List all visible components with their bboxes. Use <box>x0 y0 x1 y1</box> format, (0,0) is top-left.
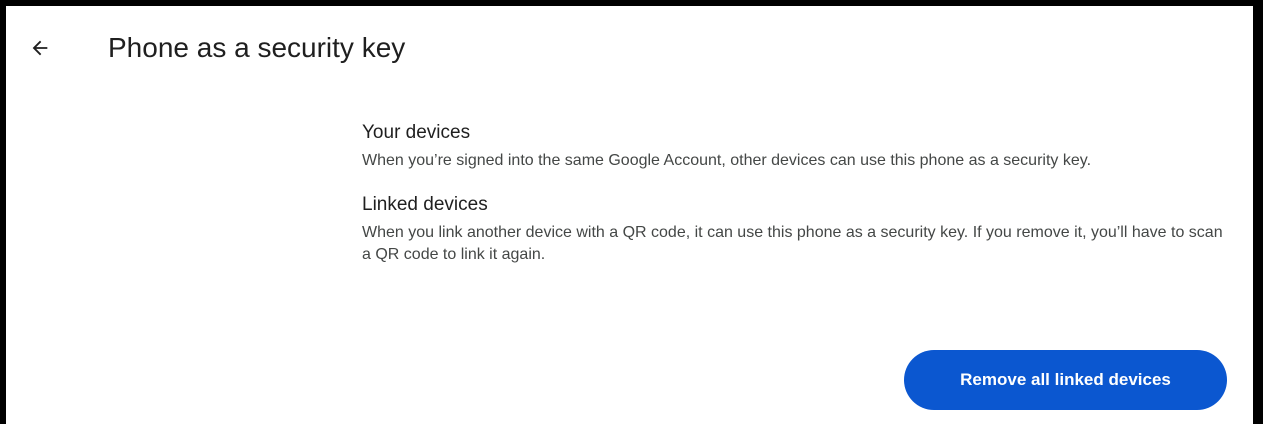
section-description: When you link another device with a QR c… <box>362 224 1223 263</box>
section-title: Your devices <box>362 122 471 143</box>
content: Your devices When you’re signed into the… <box>362 118 1232 284</box>
back-button[interactable] <box>20 28 60 68</box>
section-description: When you’re signed into the same Google … <box>362 152 1092 169</box>
remove-all-linked-devices-button[interactable]: Remove all linked devices <box>904 350 1227 410</box>
section-your-devices: Your devices When you’re signed into the… <box>362 118 1232 172</box>
section-title: Linked devices <box>362 194 488 215</box>
screen: Phone as a security key Your devices Whe… <box>6 6 1253 424</box>
arrow-back-icon <box>32 40 48 56</box>
page-title: Phone as a security key <box>108 32 406 63</box>
section-linked-devices: Linked devices When you link another dev… <box>362 190 1232 266</box>
